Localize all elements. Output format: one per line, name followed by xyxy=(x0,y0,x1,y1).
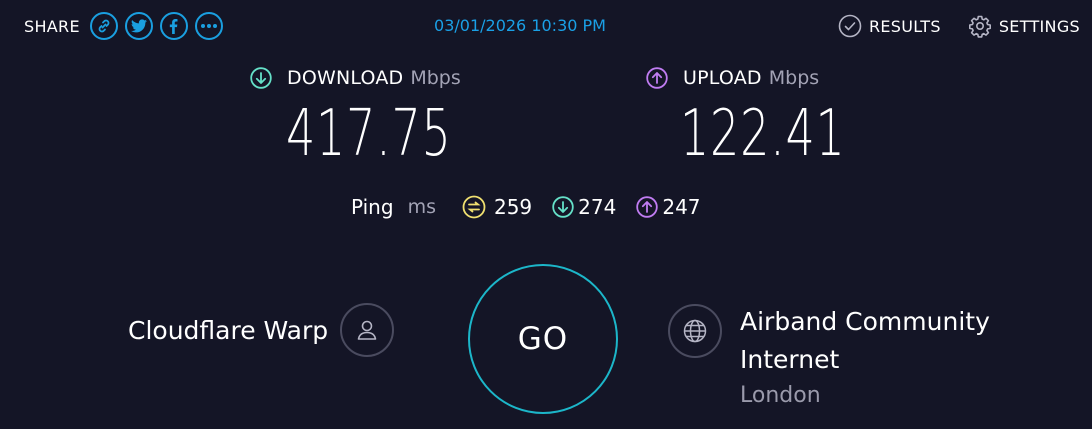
download-metric: DOWNLOAD Mbps 417.75 xyxy=(250,64,516,172)
download-latency-icon xyxy=(552,196,574,218)
settings-label: SETTINGS xyxy=(998,16,1080,36)
go-button[interactable]: GO xyxy=(468,264,618,414)
upload-metric: UPLOAD Mbps 122.41 xyxy=(646,64,910,172)
upload-unit: Mbps xyxy=(768,67,820,89)
ping-download-value: 274 xyxy=(578,195,617,219)
isp-location: London xyxy=(740,383,821,408)
download-speed-value: 417.75 xyxy=(286,97,452,171)
server-selector[interactable]: Cloudflare Warp xyxy=(128,303,395,357)
gear-icon xyxy=(967,13,993,39)
check-circle-icon xyxy=(837,13,863,39)
download-unit: Mbps xyxy=(410,67,461,89)
results-link[interactable]: RESULTS xyxy=(837,13,941,39)
download-arrow-icon xyxy=(250,67,272,89)
idle-latency-icon xyxy=(462,195,486,219)
user-icon[interactable] xyxy=(340,303,395,357)
results-label: RESULTS xyxy=(868,16,941,36)
download-label: DOWNLOAD xyxy=(287,67,404,89)
server-name: Cloudflare Warp xyxy=(128,315,329,345)
ping-idle: 259 xyxy=(462,195,532,219)
upload-latency-icon xyxy=(636,196,659,218)
isp-name: Airband Community Internet xyxy=(740,307,990,374)
ping-upload-value: 247 xyxy=(662,195,701,219)
top-nav: RESULTS SETTINGS xyxy=(811,13,1080,39)
ping-download: 274 xyxy=(552,195,616,219)
ping-label: Ping xyxy=(351,195,394,219)
ping-idle-value: 259 xyxy=(493,195,533,219)
ping-upload: 247 xyxy=(636,195,701,219)
settings-link[interactable]: SETTINGS xyxy=(967,13,1080,39)
globe-icon[interactable] xyxy=(668,304,722,358)
upload-speed-value: 122.41 xyxy=(680,97,846,171)
upload-arrow-icon xyxy=(646,67,668,89)
speedtest-result-page: SHARE 03/01/2026 10:30 PM RESULTS SETTIN… xyxy=(0,0,1092,429)
upload-label: UPLOAD xyxy=(683,67,762,89)
ping-unit: ms xyxy=(407,196,436,218)
ping-row: Ping ms 259 274 247 xyxy=(351,192,721,222)
isp-info: Airband Community Internet London xyxy=(668,303,1060,408)
